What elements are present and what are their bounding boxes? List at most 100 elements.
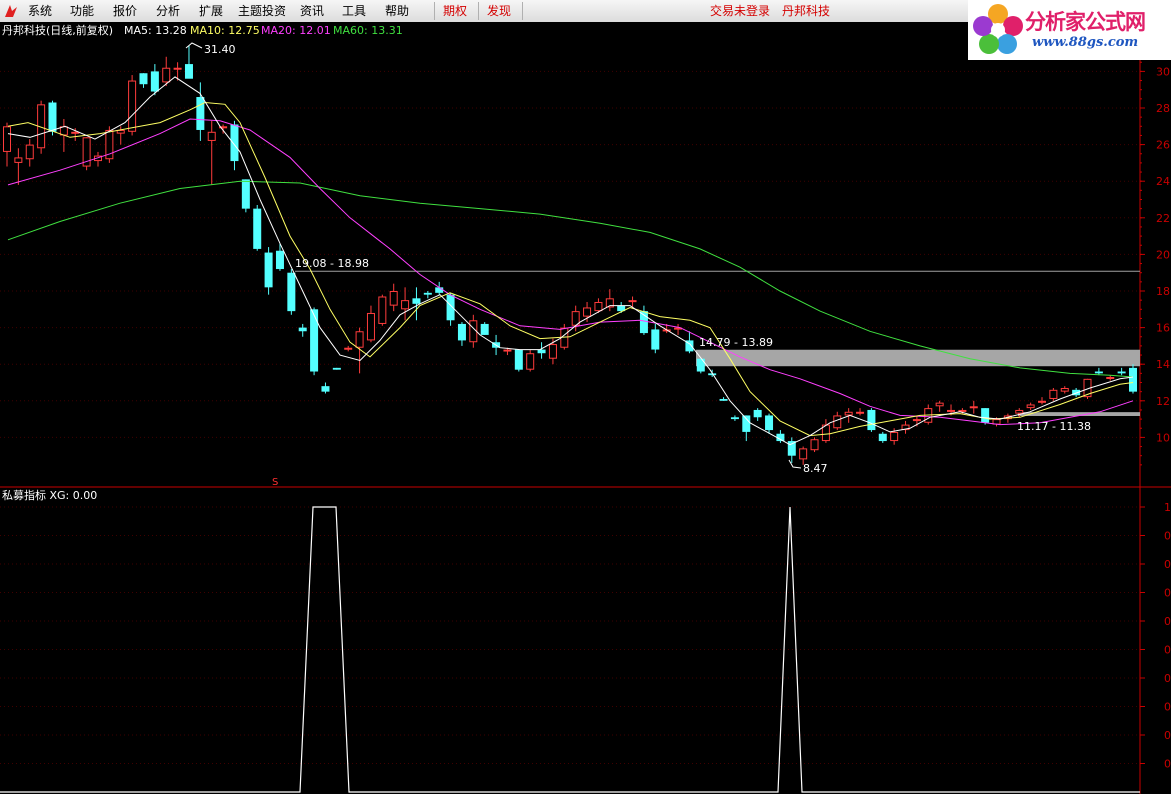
candle-body-up [1026, 404, 1035, 409]
price-tick-label: 16 [1156, 322, 1170, 335]
price-panel-title: 丹邦科技(日线,前复权) [2, 23, 113, 37]
candle-body-down [287, 272, 296, 312]
indicator-tick-label: 0 [1164, 615, 1171, 628]
menu-extend[interactable]: 扩展 [199, 3, 223, 19]
candle-body-down [184, 64, 193, 79]
candle-body-down [230, 124, 239, 162]
price-tick-label: 20 [1156, 248, 1170, 261]
ma20-label: MA20: 12.01 [261, 24, 331, 37]
candle-body-up [378, 296, 387, 324]
candle [128, 75, 137, 136]
menu-theme-invest[interactable]: 主题投资 [238, 3, 286, 19]
price-tick-label: 22 [1156, 212, 1170, 225]
menu-function[interactable]: 功能 [70, 3, 94, 19]
candle-body-down [412, 298, 421, 304]
indicator-tick-label: 0 [1164, 701, 1171, 714]
candle-body-up [207, 131, 216, 141]
candle-body-down [537, 349, 546, 354]
candle-body-down [310, 309, 319, 372]
candle-body-down [275, 250, 284, 270]
menu-separator [434, 2, 435, 20]
menu-system[interactable]: 系统 [28, 3, 52, 19]
menu-tools[interactable]: 工具 [342, 3, 366, 19]
candle-body-up [59, 126, 68, 136]
candle-body-down [150, 71, 159, 92]
watermark-logo: 分析家公式网 www.88gs.com [968, 0, 1171, 60]
candle-body-up [173, 67, 182, 70]
candle [1049, 387, 1058, 401]
indicator-title: 私募指标 XG: 0.00 [2, 488, 97, 502]
indicator-tick-label: 0 [1164, 644, 1171, 657]
menu-quote[interactable]: 报价 [113, 3, 137, 19]
candle-body-up [503, 349, 512, 352]
stock-name: 丹邦科技 [782, 4, 831, 18]
candle [810, 437, 819, 453]
candle-body-down [730, 417, 739, 420]
high-price-label: 31.40 [204, 43, 236, 56]
candle-body-up [799, 448, 808, 460]
candle-body-down [480, 323, 489, 335]
menu-separator [478, 2, 479, 20]
candle-body-down [423, 292, 432, 295]
candle-body-down [787, 441, 796, 456]
candle-body-up [856, 411, 865, 414]
candle-body-down [457, 323, 466, 341]
candle [310, 307, 319, 376]
candle-body-up [833, 415, 842, 429]
app-logo-icon [5, 5, 17, 17]
chart-area[interactable]: 3028262422201816141210 1000000000 丹邦科技(日… [0, 22, 1171, 794]
indicator-tick-label: 0 [1164, 530, 1171, 543]
menu-info[interactable]: 资讯 [300, 3, 324, 19]
trade-login-status[interactable]: 交易未登录 [710, 3, 770, 19]
candle-body-down [719, 398, 728, 401]
candle-body-up [935, 402, 944, 407]
candle-body-up [958, 409, 967, 412]
price-tick-label: 12 [1156, 395, 1170, 408]
low-price-label: 8.47 [803, 462, 828, 475]
candle-body-down [867, 409, 876, 431]
price-tick-label: 26 [1156, 139, 1170, 152]
indicator-tick-label: 0 [1164, 672, 1171, 685]
candle-body-up [810, 439, 819, 451]
candle [867, 408, 876, 432]
menu-help[interactable]: 帮助 [385, 3, 409, 19]
candle-body-down [321, 386, 330, 392]
candle-body-down [264, 252, 273, 288]
zone1-label: 19.08 - 18.98 [295, 257, 369, 270]
menu-options[interactable]: 期权 [443, 3, 467, 19]
menu-discover[interactable]: 发现 [487, 3, 511, 19]
candle-body-up [526, 353, 535, 370]
candle [82, 137, 91, 171]
ma60-label: MA60: 13.31 [333, 24, 403, 37]
price-tick-label: 24 [1156, 175, 1170, 188]
s-signal-marker: S [272, 477, 278, 488]
candle-body-down [696, 358, 705, 372]
candle-body-down [1094, 371, 1103, 374]
candle-body-down [196, 97, 205, 130]
candle-body-down [1117, 371, 1126, 374]
candle [1129, 364, 1137, 394]
candle-body-up [1038, 400, 1047, 403]
price-tick-label: 28 [1156, 102, 1170, 115]
candle-body-up [3, 126, 11, 152]
menu-separator [522, 2, 523, 20]
candle-body-up [969, 406, 978, 409]
price-tick-label: 18 [1156, 285, 1170, 298]
candle [378, 294, 387, 326]
candle-body-up [401, 300, 410, 310]
candle-body-up [1060, 387, 1069, 392]
candle-body-up [14, 157, 23, 163]
candle-body-up [947, 409, 956, 412]
candle-body-up [366, 312, 375, 341]
candle-body-up [162, 67, 171, 83]
indicator-tick-label: 0 [1164, 558, 1171, 571]
candle-body-down [753, 409, 762, 418]
candle [241, 179, 250, 213]
menu-analysis[interactable]: 分析 [156, 3, 180, 19]
candle [287, 269, 296, 315]
zone3-label: 11.17 - 11.38 [1017, 420, 1091, 433]
candle-body-up [128, 80, 137, 132]
candle-body-down [1129, 367, 1137, 392]
candle-body-down [742, 415, 751, 432]
indicator-tick-label: 0 [1164, 758, 1171, 771]
